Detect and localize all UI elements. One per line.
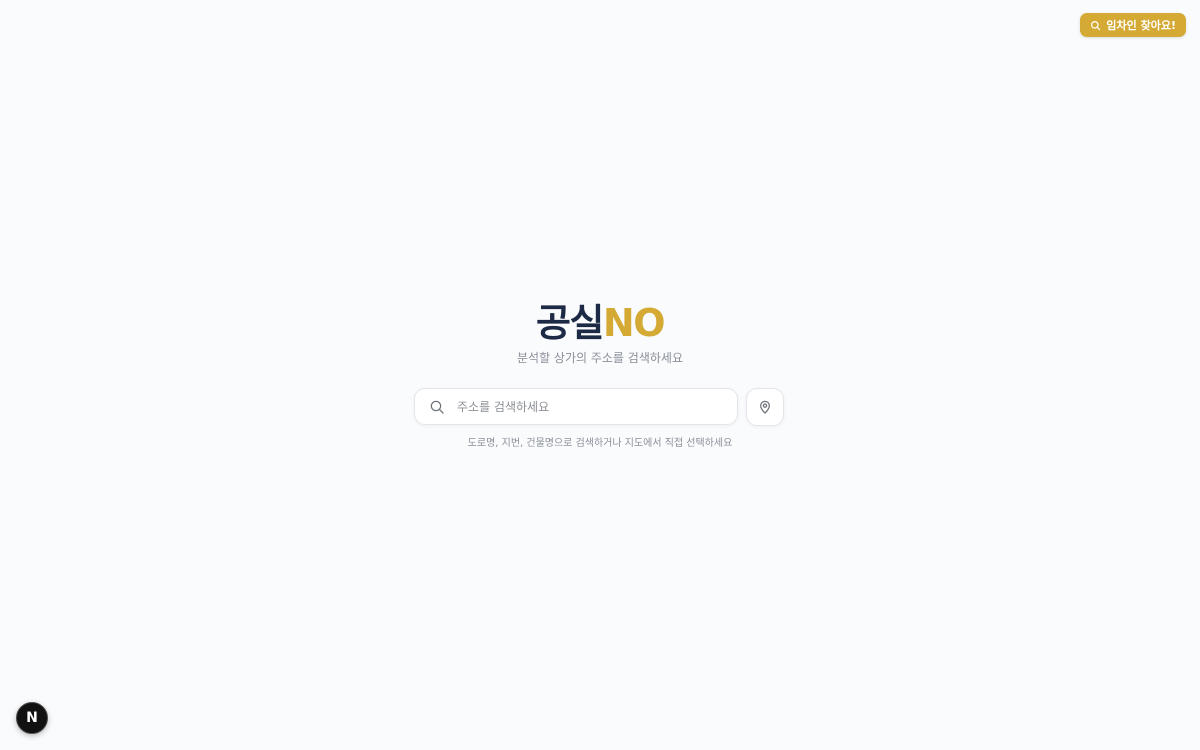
find-tenant-button[interactable]: 임차인 찾아요!	[1080, 13, 1186, 37]
find-tenant-label: 임차인 찾아요!	[1106, 19, 1176, 32]
hero-section: 공실NO 분석할 상가의 주소를 검색하세요	[0, 300, 1200, 366]
logo-primary-text: 공실	[535, 301, 604, 345]
logo-accent-text: NO	[602, 301, 666, 345]
search-box[interactable]	[414, 388, 738, 425]
search-row	[414, 388, 784, 426]
search-icon	[1090, 20, 1101, 31]
landing-page: 임차인 찾아요! 공실NO 분석할 상가의 주소를 검색하세요 도로명,	[0, 0, 1200, 750]
map-pin-icon	[757, 399, 773, 415]
address-search-input[interactable]	[455, 398, 719, 415]
devtools-badge-label: N	[26, 710, 38, 726]
search-icon	[429, 399, 445, 415]
app-logo: 공실NO	[0, 300, 1200, 346]
devtools-badge[interactable]: N	[16, 702, 48, 734]
search-hint: 도로명, 지번, 건물명으로 검색하거나 지도에서 직접 선택하세요	[467, 438, 733, 449]
page-subtitle: 분석할 상가의 주소를 검색하세요	[516, 351, 683, 365]
map-select-button[interactable]	[746, 388, 784, 426]
